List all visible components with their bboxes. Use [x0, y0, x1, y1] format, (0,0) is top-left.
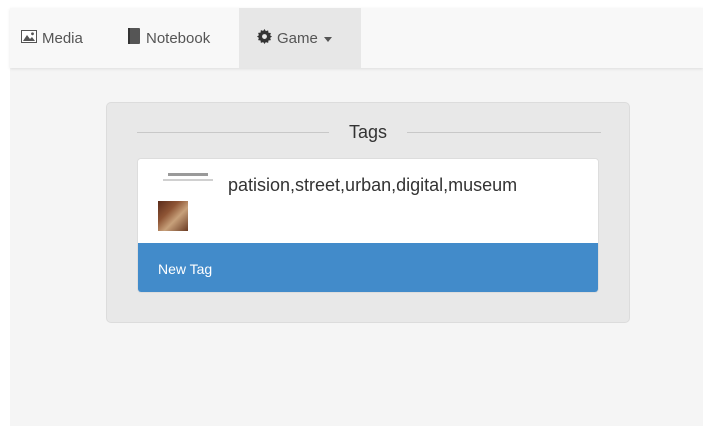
- nav-game-label: Game: [277, 29, 318, 47]
- tag-list-item[interactable]: patision,street,urban,digital,museum: [138, 159, 598, 243]
- legend-divider-right: [407, 132, 601, 133]
- thumbnail-photo: [158, 201, 188, 231]
- thumbnail-caption-line: [168, 173, 208, 176]
- top-navbar: Media Notebook Game: [10, 8, 703, 68]
- picture-icon: [21, 29, 37, 47]
- tag-thumbnail: [158, 171, 216, 231]
- tags-list: patision,street,urban,digital,museum New…: [137, 158, 599, 293]
- app-frame: Media Notebook Game Tags patision,street…: [10, 8, 703, 426]
- tags-panel: Tags patision,street,urban,digital,museu…: [106, 102, 630, 323]
- tags-title: Tags: [348, 122, 388, 142]
- new-tag-button[interactable]: New Tag: [138, 243, 598, 292]
- nav-media-label: Media: [42, 29, 83, 47]
- tags-legend: Tags: [137, 122, 601, 144]
- nav-media[interactable]: Media: [10, 8, 105, 68]
- tag-list-item-text: patision,street,urban,digital,museum: [228, 175, 518, 195]
- nav-notebook-label: Notebook: [146, 29, 211, 47]
- legend-divider-left: [137, 132, 329, 133]
- book-icon: [127, 28, 141, 48]
- nav-game-dropdown[interactable]: Game: [239, 8, 361, 68]
- gear-icon: [257, 28, 272, 48]
- nav-notebook[interactable]: Notebook: [115, 8, 240, 68]
- caret-down-icon: [323, 36, 332, 42]
- thumbnail-caption-line: [163, 179, 213, 181]
